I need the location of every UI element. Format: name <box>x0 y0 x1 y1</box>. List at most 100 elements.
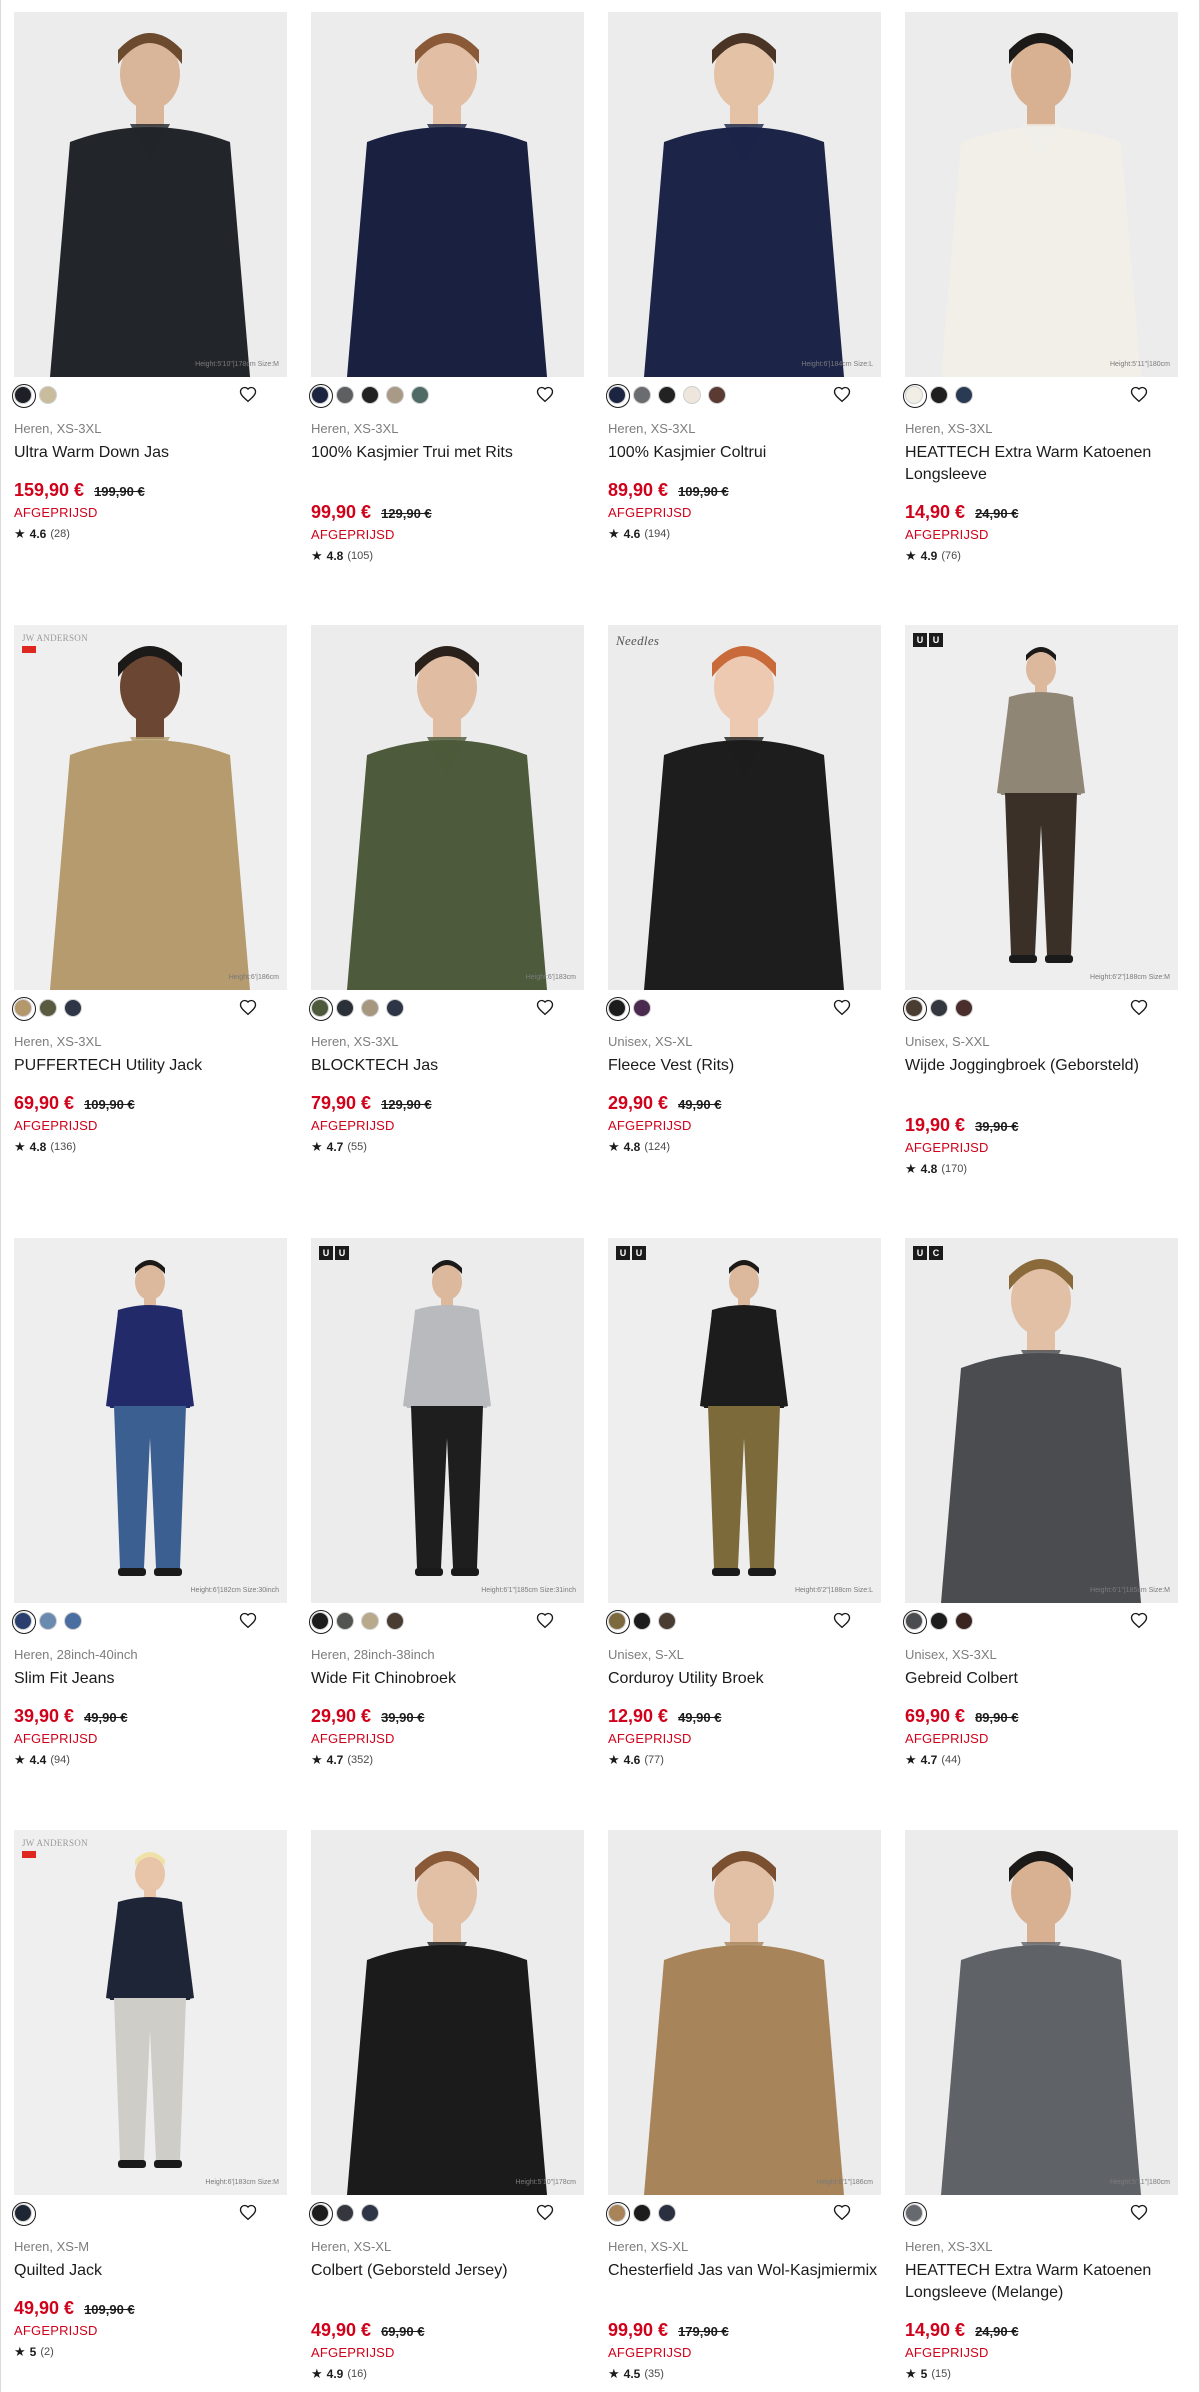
favorite-heart-icon[interactable] <box>536 386 554 404</box>
product-card[interactable]: Height:6'|183cm Heren, XS-3XL BLOCKTECH Ja… <box>309 625 584 1238</box>
color-swatch[interactable] <box>903 997 927 1021</box>
color-swatch[interactable] <box>386 1612 404 1630</box>
color-swatch[interactable] <box>606 997 630 1021</box>
product-card[interactable]: Needles Unisex, XS-XL Fleece Vest (Rits) 29… <box>606 625 881 1238</box>
product-name[interactable]: Fleece Vest (Rits) <box>608 1055 881 1077</box>
color-swatch[interactable] <box>930 386 948 404</box>
product-image[interactable]: Height:6'|184cm Size:L <box>608 12 881 377</box>
color-swatch[interactable] <box>336 1612 354 1630</box>
product-card[interactable]: Height:6'|184cm Size:L Heren, XS-3XL 100% … <box>606 12 881 625</box>
favorite-heart-icon[interactable] <box>833 386 851 404</box>
favorite-heart-icon[interactable] <box>1130 1612 1148 1630</box>
color-swatch[interactable] <box>386 999 404 1017</box>
color-swatch[interactable] <box>336 386 354 404</box>
product-name[interactable]: Wide Fit Chinobroek <box>311 1668 584 1690</box>
product-image[interactable]: Height:6'|182cm Size:30inch <box>14 1238 287 1603</box>
color-swatch[interactable] <box>12 1610 36 1634</box>
product-name[interactable]: Colbert (Geborsteld Jersey) <box>311 2260 584 2282</box>
product-name[interactable]: Gebreid Colbert <box>905 1668 1178 1690</box>
color-swatch[interactable] <box>64 999 82 1017</box>
product-card[interactable]: U U Height:6'1"|185cm Size:31inch Heren, 28… <box>309 1238 584 1830</box>
favorite-heart-icon[interactable] <box>833 999 851 1017</box>
color-swatch[interactable] <box>903 1610 927 1634</box>
color-swatch[interactable] <box>336 999 354 1017</box>
favorite-heart-icon[interactable] <box>833 1612 851 1630</box>
color-swatch[interactable] <box>955 386 973 404</box>
color-swatch[interactable] <box>658 386 676 404</box>
color-swatch[interactable] <box>658 1612 676 1630</box>
color-swatch[interactable] <box>336 2204 354 2222</box>
product-card[interactable]: Height:6'|182cm Size:30inch Heren, 28inch… <box>12 1238 287 1830</box>
color-swatch[interactable] <box>633 999 651 1017</box>
product-card[interactable]: U U Height:6'2"|188cm Size:M Unisex, S-XXL W… <box>903 625 1178 1238</box>
product-card[interactable]: U U Height:6'2"|188cm Size:L Unisex, S-XL Co… <box>606 1238 881 1830</box>
product-card[interactable]: Heren, XS-3XL 100% Kasjmier Trui met Rits… <box>309 12 584 625</box>
color-swatch[interactable] <box>930 1612 948 1630</box>
color-swatch[interactable] <box>361 1612 379 1630</box>
color-swatch[interactable] <box>606 384 630 408</box>
color-swatch[interactable] <box>361 999 379 1017</box>
color-swatch[interactable] <box>309 2202 333 2226</box>
favorite-heart-icon[interactable] <box>536 2204 554 2222</box>
color-swatch[interactable] <box>606 1610 630 1634</box>
color-swatch[interactable] <box>12 2202 36 2226</box>
favorite-heart-icon[interactable] <box>1130 2204 1148 2222</box>
favorite-heart-icon[interactable] <box>1130 999 1148 1017</box>
product-image[interactable]: Height:6'1"|186cm <box>608 1830 881 2195</box>
color-swatch[interactable] <box>12 997 36 1021</box>
product-name[interactable]: BLOCKTECH Jas <box>311 1055 584 1077</box>
product-image[interactable]: Needles <box>608 625 881 990</box>
color-swatch[interactable] <box>386 386 404 404</box>
product-name[interactable]: HEATTECH Extra Warm Katoenen Longsleeve <box>905 442 1178 486</box>
color-swatch[interactable] <box>955 999 973 1017</box>
favorite-heart-icon[interactable] <box>536 1612 554 1630</box>
product-image[interactable]: U C Height:6'1"|185cm Size:M <box>905 1238 1178 1603</box>
product-name[interactable]: PUFFERTECH Utility Jack <box>14 1055 287 1077</box>
color-swatch[interactable] <box>658 2204 676 2222</box>
color-swatch[interactable] <box>411 386 429 404</box>
product-image[interactable]: Height:5'10"|178cm Size:M <box>14 12 287 377</box>
color-swatch[interactable] <box>903 384 927 408</box>
favorite-heart-icon[interactable] <box>239 386 257 404</box>
product-card[interactable]: JW ANDERSON Height:6'|183cm Size:M Heren, … <box>12 1830 287 2392</box>
color-swatch[interactable] <box>39 1612 57 1630</box>
product-name[interactable]: Wijde Joggingbroek (Geborsteld) <box>905 1055 1178 1077</box>
product-name[interactable]: Chesterfield Jas van Wol-Kasjmiermix <box>608 2260 881 2282</box>
product-image[interactable]: JW ANDERSON Height:6'|186cm <box>14 625 287 990</box>
color-swatch[interactable] <box>361 386 379 404</box>
favorite-heart-icon[interactable] <box>536 999 554 1017</box>
product-image[interactable]: Height:6'|183cm <box>311 625 584 990</box>
favorite-heart-icon[interactable] <box>239 1612 257 1630</box>
favorite-heart-icon[interactable] <box>833 2204 851 2222</box>
color-swatch[interactable] <box>361 2204 379 2222</box>
color-swatch[interactable] <box>930 999 948 1017</box>
favorite-heart-icon[interactable] <box>239 999 257 1017</box>
color-swatch[interactable] <box>955 1612 973 1630</box>
product-card[interactable]: Height:5'10"|178cm Heren, XS-XL Colbert (G… <box>309 1830 584 2392</box>
color-swatch[interactable] <box>309 1610 333 1634</box>
product-card[interactable]: Height:5'11"|180cm Heren, XS-3XL HEATTECH … <box>903 1830 1178 2392</box>
product-image[interactable]: Height:5'11"|180cm <box>905 12 1178 377</box>
product-name[interactable]: 100% Kasjmier Coltrui <box>608 442 881 464</box>
color-swatch[interactable] <box>633 386 651 404</box>
product-card[interactable]: Height:6'1"|186cm Heren, XS-XL Chesterfiel… <box>606 1830 881 2392</box>
color-swatch[interactable] <box>309 384 333 408</box>
product-name[interactable]: Quilted Jack <box>14 2260 287 2282</box>
product-card[interactable]: Height:5'10"|178cm Size:M Heren, XS-3XL Ul… <box>12 12 287 625</box>
product-image[interactable]: U U Height:6'2"|188cm Size:L <box>608 1238 881 1603</box>
color-swatch[interactable] <box>708 386 726 404</box>
color-swatch[interactable] <box>903 2202 927 2226</box>
product-image[interactable]: Height:5'10"|178cm <box>311 1830 584 2195</box>
product-name[interactable]: Slim Fit Jeans <box>14 1668 287 1690</box>
product-name[interactable]: Ultra Warm Down Jas <box>14 442 287 464</box>
product-name[interactable]: 100% Kasjmier Trui met Rits <box>311 442 584 464</box>
product-name[interactable]: HEATTECH Extra Warm Katoenen Longsleeve … <box>905 2260 1178 2304</box>
product-name[interactable]: Corduroy Utility Broek <box>608 1668 881 1690</box>
favorite-heart-icon[interactable] <box>239 2204 257 2222</box>
product-image[interactable]: U U Height:6'1"|185cm Size:31inch <box>311 1238 584 1603</box>
product-image[interactable] <box>311 12 584 377</box>
color-swatch[interactable] <box>606 2202 630 2226</box>
color-swatch[interactable] <box>683 386 701 404</box>
product-card[interactable]: U C Height:6'1"|185cm Size:M Unisex, XS-3XL… <box>903 1238 1178 1830</box>
color-swatch[interactable] <box>12 384 36 408</box>
